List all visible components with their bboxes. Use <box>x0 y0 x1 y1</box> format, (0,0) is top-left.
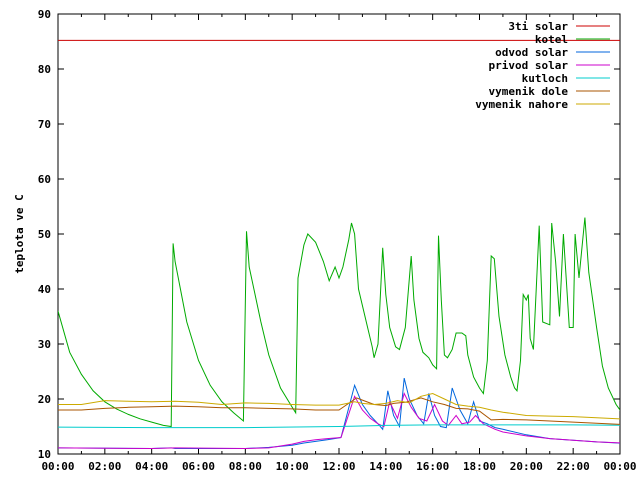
x-axis-tick-labels: 00:00 02:00 04:00 06:00 08:00 10:00 12:00 14:00… <box>41 460 636 473</box>
x-tick-label: 18:00 <box>463 460 496 473</box>
y-tick-label: 10 <box>38 448 51 461</box>
legend-label: vymenik nahore <box>475 98 568 111</box>
x-tick-label: 06:00 <box>182 460 215 473</box>
x-tick-label: 08:00 <box>229 460 262 473</box>
legend-label: kotel <box>535 33 568 46</box>
x-tick-label: 22:00 <box>557 460 590 473</box>
y-axis-label: teplota ve C <box>13 194 26 273</box>
x-tick-label: 04:00 <box>135 460 168 473</box>
x-tick-label: 16:00 <box>416 460 449 473</box>
y-tick-label: 30 <box>38 338 51 351</box>
y-tick-label: 70 <box>38 118 51 131</box>
x-tick-label: 12:00 <box>322 460 355 473</box>
legend-label: vymenik dole <box>489 85 569 98</box>
y-tick-label: 20 <box>38 393 51 406</box>
x-tick-label: 00:00 <box>41 460 74 473</box>
x-tick-label: 02:00 <box>88 460 121 473</box>
legend-label: odvod solar <box>495 46 568 59</box>
y-tick-label: 80 <box>38 63 51 76</box>
x-tick-label: 14:00 <box>369 460 402 473</box>
x-tick-label: 20:00 <box>510 460 543 473</box>
y-tick-label: 50 <box>38 228 51 241</box>
y-tick-label: 60 <box>38 173 51 186</box>
line-chart: 00:00 02:00 04:00 06:00 08:00 10:00 12:00 14:00… <box>13 8 637 473</box>
y-tick-label: 40 <box>38 283 51 296</box>
x-tick-label: 10:00 <box>276 460 309 473</box>
legend-label: kutloch <box>522 72 568 85</box>
legend-label: privod solar <box>489 59 569 72</box>
legend-label: 3ti solar <box>508 20 568 33</box>
x-tick-label: 00:00 <box>603 460 636 473</box>
y-axis-tick-labels: 10 20 30 40 50 60 70 80 90 <box>38 8 51 461</box>
y-tick-label: 90 <box>38 8 51 21</box>
